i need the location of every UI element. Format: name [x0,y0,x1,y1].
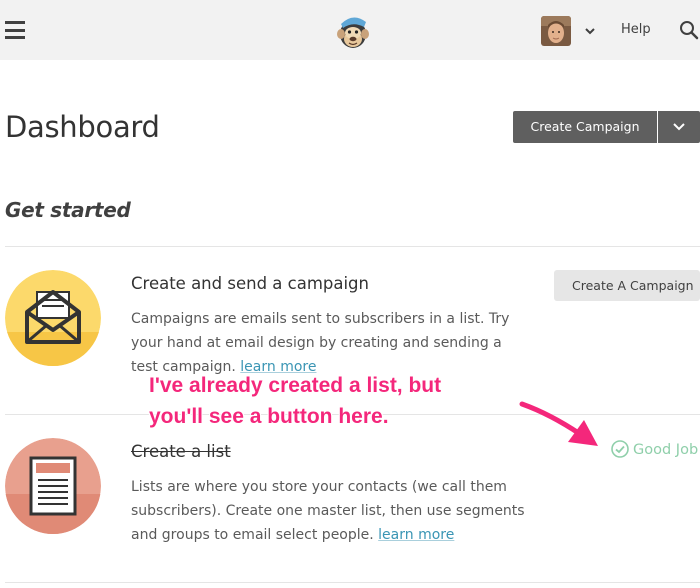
annotation-line-2: you'll see a button here. [149,405,389,428]
hamburger-menu-icon[interactable] [5,21,25,39]
good-job-label: Good Job [633,442,699,458]
chevron-down-icon[interactable] [583,23,597,37]
help-link[interactable]: Help [621,22,651,37]
campaign-badge [5,270,101,366]
list-badge [5,438,101,534]
search-icon[interactable] [679,20,699,40]
create-campaign-dropdown-button[interactable] [658,111,700,143]
campaign-item-description: Campaigns are emails sent to subscribers… [131,307,531,379]
envelope-icon [5,270,101,366]
get-started-heading: Get started [5,198,131,222]
list-item-description: Lists are where you store your contacts … [131,475,531,547]
annotation-callout: I've already created a list, but you'll … [149,370,441,432]
list-learn-more-link[interactable]: learn more [378,527,454,543]
list-document-icon [5,438,101,534]
checkmark-circle-icon [611,440,629,458]
campaign-description-text: Campaigns are emails sent to subscribers… [131,311,510,375]
user-avatar[interactable] [541,16,571,46]
campaign-item-title: Create and send a campaign [131,274,369,293]
annotation-arrow-icon [518,398,602,450]
mailchimp-logo-icon[interactable] [335,12,371,50]
list-description-text: Lists are where you store your contacts … [131,479,525,543]
annotation-line-1: I've already created a list, but [149,374,442,397]
page-title: Dashboard [5,110,160,144]
top-navigation-bar: Help [0,0,700,60]
create-a-campaign-button[interactable]: Create A Campaign [554,270,700,301]
divider [5,582,700,583]
list-item-title: Create a list [131,442,231,461]
create-campaign-button[interactable]: Create Campaign [513,111,657,143]
chevron-down-icon [673,123,685,131]
good-job-status: Good Job [611,440,698,458]
divider [5,246,700,247]
